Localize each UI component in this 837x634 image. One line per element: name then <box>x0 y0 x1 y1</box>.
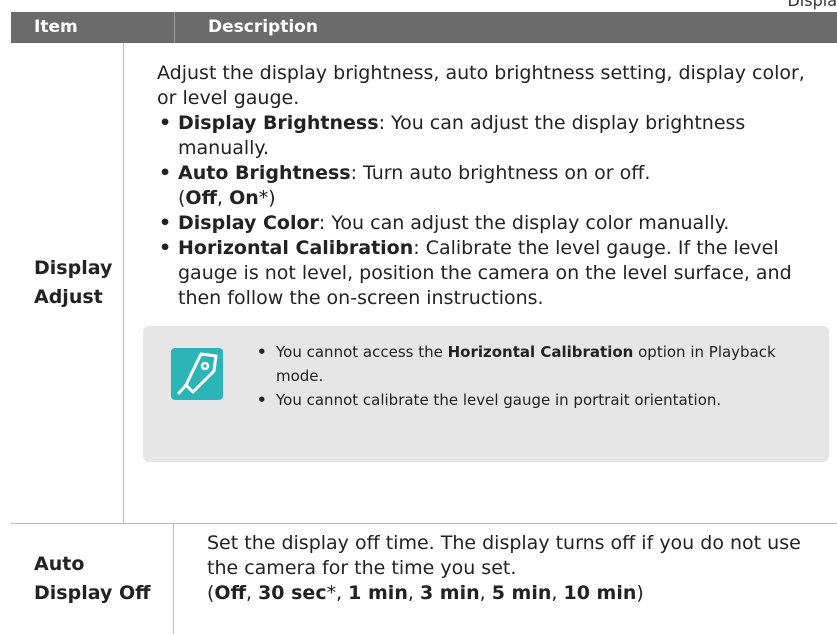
pen-nib-note-icon <box>171 348 223 400</box>
note-1-pre: You cannot access the <box>276 343 448 361</box>
bullet-horizontal-calibration: Horizontal Calibration: Calibrate the le… <box>157 236 829 311</box>
note-item-1: You cannot access the Horizontal Calibra… <box>255 340 817 388</box>
options-auto-brightness: (Off, On*) <box>178 187 276 209</box>
option-value: 1 min <box>348 582 408 604</box>
note-list: You cannot access the Horizontal Calibra… <box>255 340 817 412</box>
note-1-term: Horizontal Calibration <box>447 343 634 361</box>
term-horizontal-calibration: Horizontal Calibration <box>178 237 414 259</box>
table-row-display-adjust: Display Adjust Adjust the display bright… <box>11 43 837 524</box>
text-auto-brightness: : Turn auto brightness on or off. <box>350 162 651 184</box>
auto-display-off-text: Set the display off time. The display tu… <box>207 532 801 579</box>
item-auto-display-off: Auto Display Off <box>11 524 174 634</box>
header-item: Item <box>34 17 78 37</box>
bullet-auto-brightness: Auto Brightness: Turn auto brightness on… <box>157 161 829 211</box>
note-item-2: You cannot calibrate the level gauge in … <box>255 388 817 412</box>
item-auto-display-off-label: Auto Display Off <box>34 553 151 604</box>
description-display-adjust: Adjust the display brightness, auto brig… <box>124 43 837 523</box>
table-header: Item Description <box>11 12 837 43</box>
term-display-brightness: Display Brightness <box>178 112 379 134</box>
option-value: 10 min <box>563 582 637 604</box>
settings-table: Item Description Display Adjust Adjust t… <box>11 12 837 634</box>
option-value: On <box>229 187 259 209</box>
page-corner-label: Displa <box>787 0 837 10</box>
intro-text: Adjust the display brightness, auto brig… <box>157 62 805 109</box>
table-row-auto-display-off: Auto Display Off Set the display off tim… <box>11 524 837 634</box>
item-display-adjust: Display Adjust <box>11 43 124 523</box>
text-display-color: : You can adjust the display color manua… <box>318 212 730 234</box>
term-auto-brightness: Auto Brightness <box>178 162 351 184</box>
option-value: 30 sec <box>258 582 327 604</box>
option-value: Off <box>185 187 217 209</box>
description-auto-display-off: Set the display off time. The display tu… <box>174 524 837 634</box>
bullet-display-brightness: Display Brightness: You can adjust the d… <box>157 111 829 161</box>
bullet-display-color: Display Color: You can adjust the displa… <box>157 211 829 236</box>
option-value: Off <box>214 582 246 604</box>
term-display-color: Display Color <box>178 212 319 234</box>
option-list: Display Brightness : You can adjust the d… <box>157 111 829 311</box>
header-description: Description <box>174 12 837 43</box>
auto-display-off-options: (Off, 30 sec*, 1 min, 3 min, 5 min, 10 m… <box>207 582 644 604</box>
option-value: 5 min <box>491 582 552 604</box>
note-box: You cannot access the Horizontal Calibra… <box>143 326 829 462</box>
option-value: 3 min <box>419 582 480 604</box>
